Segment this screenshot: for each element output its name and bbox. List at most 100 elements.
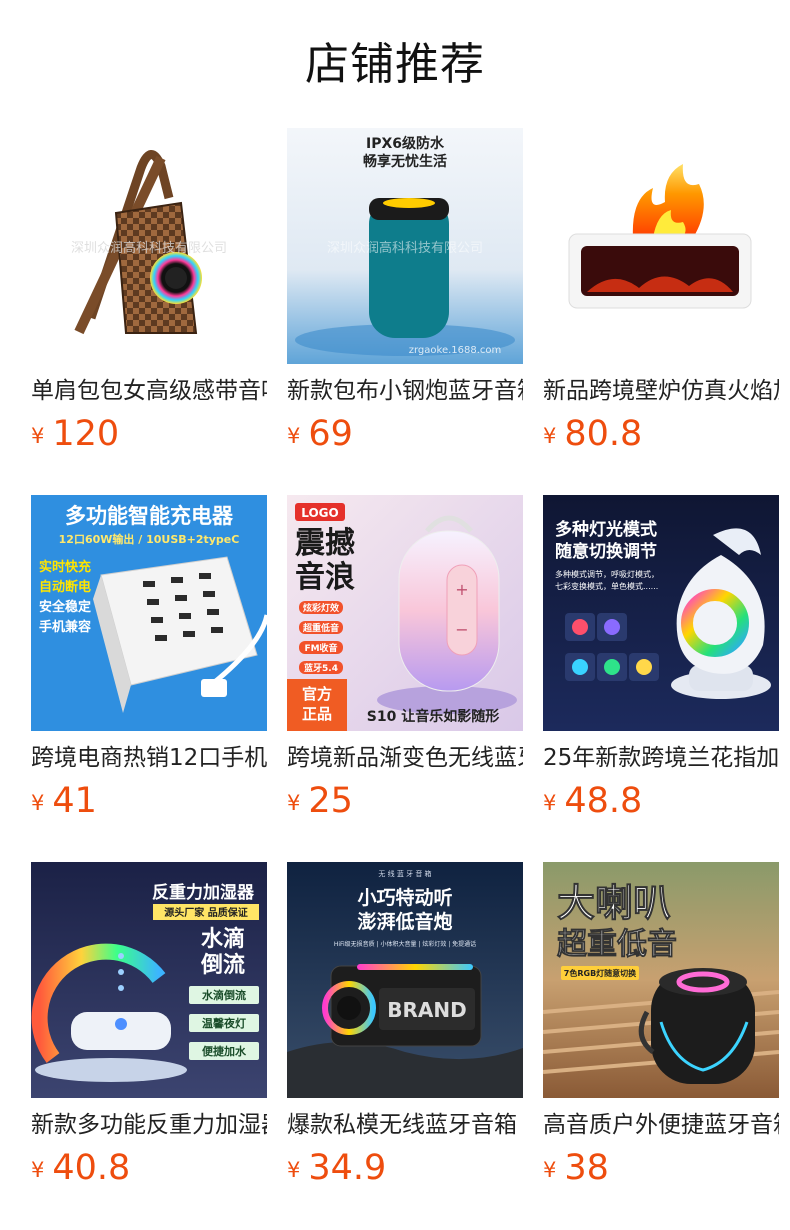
product-image[interactable] bbox=[543, 128, 779, 364]
feature-text: 自动断电 bbox=[39, 579, 91, 595]
price-value: 41 bbox=[52, 781, 97, 821]
image-headline: IPX6级防水 bbox=[366, 135, 445, 152]
product-card[interactable]: IPX6级防水 畅享无忧生活 深圳众润高科科技有限公司 zrgaoke.1688… bbox=[287, 128, 523, 495]
currency-symbol: ¥ bbox=[287, 424, 301, 448]
product-name[interactable]: 跨境新品渐变色无线蓝牙音箱 bbox=[287, 741, 523, 775]
currency-symbol: ¥ bbox=[543, 1158, 557, 1182]
product-name[interactable]: 新品跨境壁炉仿真火焰加湿器 bbox=[543, 374, 779, 408]
feature-tag: 超重低音 bbox=[302, 622, 339, 634]
product-image[interactable]: LOGO 震撼 音浪 炫彩灯效 超重低音 FM收音 蓝牙5.4 + − 官方 正… bbox=[287, 495, 523, 731]
image-headline: 超重低音 bbox=[557, 927, 677, 962]
product-image[interactable]: 无 线 蓝 牙 音 箱 小巧特动听 澎湃低音炮 HiFi级无损音质 | 小体积大… bbox=[287, 862, 523, 1098]
product-price: ¥40.8 bbox=[31, 1146, 130, 1196]
product-card[interactable]: 多功能智能充电器 12口60W输出 / 10USB+2typeC 实时快充 自动… bbox=[31, 495, 267, 862]
product-image[interactable]: 多功能智能充电器 12口60W输出 / 10USB+2typeC 实时快充 自动… bbox=[31, 495, 267, 731]
watermark-text: 深圳众润高科科技有限公司 bbox=[327, 240, 483, 256]
product-card[interactable]: 多种灯光模式 随意切换调节 多种模式调节，呼吸灯模式， 七彩变换模式，单色模式.… bbox=[543, 495, 779, 862]
image-headline: 随意切换调节 bbox=[555, 541, 657, 562]
feature-tag: FM收音 bbox=[304, 642, 337, 654]
product-name[interactable]: 新款多功能反重力加湿器 bbox=[31, 1108, 267, 1142]
outdoor-speaker-icon: 大喇叭 超重低音 7色RGB灯随意切换 bbox=[543, 862, 779, 1098]
product-price: ¥80.8 bbox=[543, 412, 642, 462]
watermark-text: 深圳众润高科科技有限公司 bbox=[71, 240, 227, 256]
product-name[interactable]: 单肩包包女高级感带音响 bbox=[31, 374, 267, 408]
product-card[interactable]: 无 线 蓝 牙 音 箱 小巧特动听 澎湃低音炮 HiFi级无损音质 | 小体积大… bbox=[287, 862, 523, 1229]
product-name[interactable]: 25年新款跨境兰花指加湿器 bbox=[543, 741, 779, 775]
product-image[interactable]: 反重力加湿器 源头厂家 品质保证 水滴 倒流 水滴倒流 温馨夜灯 便捷加水 bbox=[31, 862, 267, 1098]
price-value: 40.8 bbox=[52, 1148, 131, 1188]
currency-symbol: ¥ bbox=[543, 791, 557, 815]
brand-speaker-icon: 无 线 蓝 牙 音 箱 小巧特动听 澎湃低音炮 HiFi级无损音质 | 小体积大… bbox=[287, 862, 523, 1098]
image-subhead: 源头厂家 品质保证 bbox=[164, 906, 247, 919]
product-name[interactable]: 爆款私模无线蓝牙音箱 bbox=[287, 1108, 523, 1142]
product-name[interactable]: 跨境电商热销12口手机充电器 bbox=[31, 741, 267, 775]
image-subhead: 12口60W输出 / 10USB+2typeC bbox=[59, 532, 240, 546]
product-grid: 深圳众润高科科技有限公司 单肩包包女高级感带音响 ¥120 IPX6级防水 畅享… bbox=[31, 128, 779, 1229]
currency-symbol: ¥ bbox=[31, 791, 45, 815]
product-price: ¥25 bbox=[287, 779, 353, 829]
image-headline: 多功能智能充电器 bbox=[65, 504, 234, 528]
price-value: 48.8 bbox=[564, 781, 643, 821]
image-headline: 震撼 bbox=[295, 526, 355, 561]
product-card[interactable]: 反重力加湿器 源头厂家 品质保证 水滴 倒流 水滴倒流 温馨夜灯 便捷加水 新款… bbox=[31, 862, 267, 1229]
image-footer: S10 让音乐如影随形 bbox=[367, 708, 499, 725]
image-big-text: 倒流 bbox=[200, 952, 245, 978]
price-value: 69 bbox=[308, 414, 353, 454]
image-headline: 音浪 bbox=[295, 560, 355, 595]
image-subhead: 畅享无忧生活 bbox=[363, 153, 447, 170]
image-headline: 大喇叭 bbox=[557, 881, 671, 925]
logo-text: LOGO bbox=[301, 506, 338, 520]
price-value: 38 bbox=[564, 1148, 609, 1188]
feature-text: 便捷加水 bbox=[202, 1044, 247, 1058]
image-tag: 7色RGB灯随意切换 bbox=[564, 968, 637, 978]
product-image[interactable]: 深圳众润高科科技有限公司 bbox=[31, 128, 267, 364]
currency-symbol: ¥ bbox=[31, 1158, 45, 1182]
product-card[interactable]: 大喇叭 超重低音 7色RGB灯随意切换 高音质户外便捷蓝牙音箱 ¥38 bbox=[543, 862, 779, 1229]
feature-text: 手机兼容 bbox=[39, 619, 91, 635]
product-image[interactable]: 大喇叭 超重低音 7色RGB灯随意切换 bbox=[543, 862, 779, 1098]
currency-symbol: ¥ bbox=[287, 1158, 301, 1182]
product-image[interactable]: 多种灯光模式 随意切换调节 多种模式调节，呼吸灯模式， 七彩变换模式，单色模式.… bbox=[543, 495, 779, 731]
image-caption: HiFi级无损音质 | 小体积大音量 | 炫彩灯效 | 免提通话 bbox=[334, 940, 476, 948]
svg-text:+: + bbox=[455, 580, 468, 599]
badge-text: 官方 bbox=[302, 685, 332, 703]
price-value: 80.8 bbox=[564, 414, 643, 454]
image-desc: 七彩变换模式，单色模式...... bbox=[555, 581, 658, 591]
product-card[interactable]: LOGO 震撼 音浪 炫彩灯效 超重低音 FM收音 蓝牙5.4 + − 官方 正… bbox=[287, 495, 523, 862]
product-price: ¥48.8 bbox=[543, 779, 642, 829]
badge-text: 正品 bbox=[302, 705, 332, 723]
price-value: 120 bbox=[52, 414, 120, 454]
product-card[interactable]: 深圳众润高科科技有限公司 单肩包包女高级感带音响 ¥120 bbox=[31, 128, 267, 495]
image-big-text: 水滴 bbox=[201, 926, 245, 952]
feature-text: 实时快充 bbox=[39, 559, 91, 575]
footer-watermark: zrgaoke.1688.com bbox=[409, 345, 502, 356]
image-desc: 多种模式调节，呼吸灯模式， bbox=[555, 569, 659, 579]
usb-charger-icon: 多功能智能充电器 12口60W输出 / 10USB+2typeC 实时快充 自动… bbox=[31, 495, 267, 731]
currency-symbol: ¥ bbox=[543, 424, 557, 448]
product-name[interactable]: 高音质户外便捷蓝牙音箱 bbox=[543, 1108, 779, 1142]
product-card[interactable]: 新品跨境壁炉仿真火焰加湿器 ¥80.8 bbox=[543, 128, 779, 495]
product-image[interactable]: IPX6级防水 畅享无忧生活 深圳众润高科科技有限公司 zrgaoke.1688… bbox=[287, 128, 523, 364]
currency-symbol: ¥ bbox=[287, 791, 301, 815]
feature-text: 安全稳定 bbox=[39, 599, 91, 615]
feature-text: 水滴倒流 bbox=[202, 988, 246, 1002]
antigravity-humidifier-icon: 反重力加湿器 源头厂家 品质保证 水滴 倒流 水滴倒流 温馨夜灯 便捷加水 bbox=[31, 862, 267, 1098]
product-price: ¥38 bbox=[543, 1146, 609, 1196]
feature-tag: 炫彩灯效 bbox=[303, 602, 340, 614]
fireplace-humidifier-icon bbox=[543, 128, 779, 364]
section-title: 店铺推荐 bbox=[305, 39, 485, 90]
product-price: ¥69 bbox=[287, 412, 353, 462]
image-headline: 反重力加湿器 bbox=[152, 882, 255, 903]
image-headline: 澎湃低音炮 bbox=[357, 910, 452, 933]
light-humidifier-icon: 多种灯光模式 随意切换调节 多种模式调节，呼吸灯模式， 七彩变换模式，单色模式.… bbox=[543, 495, 779, 731]
crossbody-bag-speaker-icon: 深圳众润高科科技有限公司 bbox=[31, 128, 267, 364]
price-value: 34.9 bbox=[308, 1148, 387, 1188]
product-price: ¥34.9 bbox=[287, 1146, 386, 1196]
product-price: ¥120 bbox=[31, 412, 119, 462]
price-value: 25 bbox=[308, 781, 353, 821]
feature-text: 温馨夜灯 bbox=[202, 1016, 246, 1030]
product-name[interactable]: 新款包布小钢炮蓝牙音箱 bbox=[287, 374, 523, 408]
product-price: ¥41 bbox=[31, 779, 97, 829]
feature-tag: 蓝牙5.4 bbox=[304, 662, 338, 674]
currency-symbol: ¥ bbox=[31, 424, 45, 448]
